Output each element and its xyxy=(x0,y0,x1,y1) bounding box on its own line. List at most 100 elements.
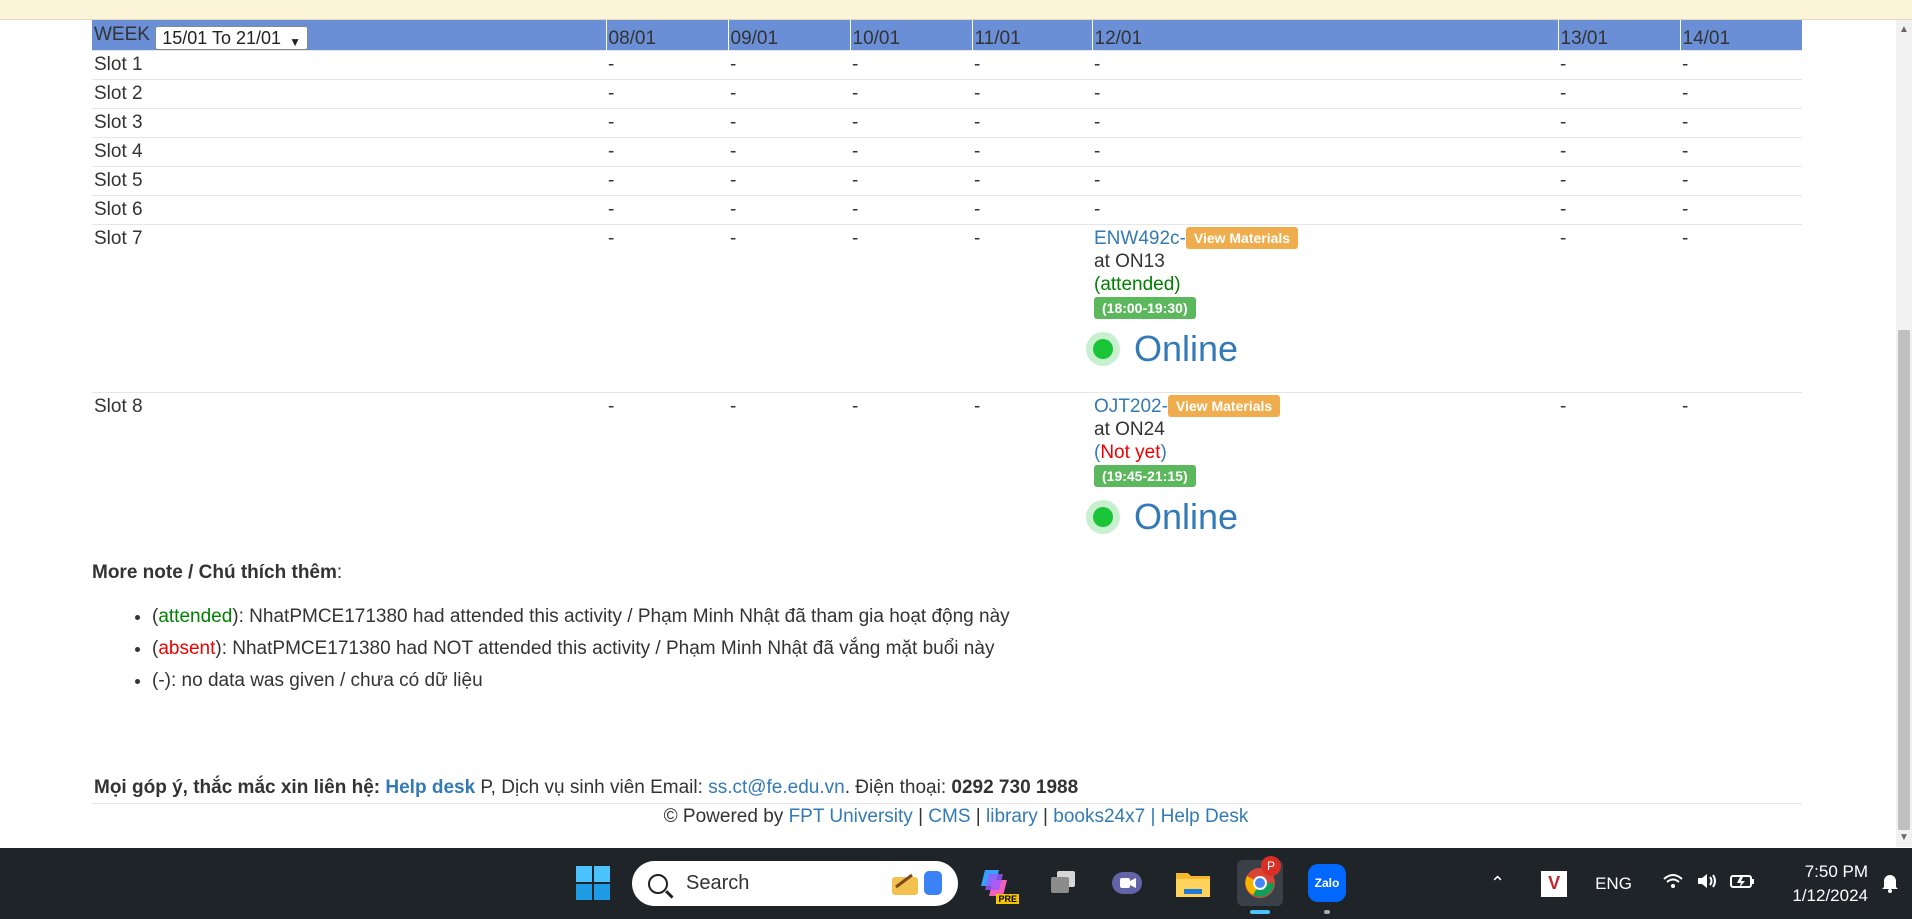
slot-cell: - xyxy=(1680,223,1802,392)
online-meeting-link[interactable]: Online xyxy=(1086,496,1556,537)
notes-title: More note / Chú thích thêm: xyxy=(92,562,1792,584)
view-materials-button[interactable]: View Materials xyxy=(1185,227,1299,250)
scroll-down-icon[interactable]: ▼ xyxy=(1899,832,1909,843)
taskbar-search-box[interactable]: Search xyxy=(632,861,958,906)
task-view-icon[interactable] xyxy=(1040,860,1086,906)
slot-cell: - xyxy=(1680,194,1802,224)
slot-cell: - xyxy=(850,391,972,560)
slot-cell: - xyxy=(606,107,728,137)
copilot-icon[interactable]: PRE xyxy=(973,860,1019,906)
notes-title-colon: : xyxy=(336,562,343,583)
footer-divider xyxy=(92,803,1802,804)
contact-prefix: Mọi góp ý, thắc mắc xin liên hệ: xyxy=(94,777,386,798)
activity-room: at ON13 xyxy=(1094,250,1165,272)
chrome-profile-badge: P xyxy=(1261,856,1281,876)
note-key: attended xyxy=(158,606,233,627)
slot-cell: - xyxy=(728,107,850,137)
slot-cell: - xyxy=(1558,78,1680,108)
language-indicator[interactable]: ENG xyxy=(1595,874,1632,894)
teams-meet-icon[interactable] xyxy=(1104,860,1150,906)
slot-cell: - xyxy=(1558,136,1680,166)
table-row: Slot 8 - - - - OJT202- View Materials at … xyxy=(92,391,1802,560)
browser-info-bar xyxy=(0,0,1912,20)
note-text: : NhatPMCE171380 had attended this activ… xyxy=(238,606,1010,627)
course-link[interactable]: ENW492c- xyxy=(1094,228,1186,249)
slot-cell: - xyxy=(1680,107,1802,137)
taskbar-clock[interactable]: 7:50 PM 1/12/2024 xyxy=(1792,860,1868,908)
slot-cell: - xyxy=(1092,107,1558,137)
table-row: Slot 2 - - - - - - - xyxy=(92,78,1802,108)
slot-cell: - xyxy=(850,49,972,79)
search-icon xyxy=(648,873,668,894)
footer-help-desk-link[interactable]: Help Desk xyxy=(1161,806,1249,827)
slot-cell: - xyxy=(1680,165,1802,195)
table-row: Slot 7 - - - - ENW492c- View Materials at… xyxy=(92,223,1802,392)
day-header: 14/01 xyxy=(1680,20,1802,50)
zalo-label: Zalo xyxy=(1308,864,1346,902)
slot-cell: - xyxy=(728,223,850,392)
table-row: Slot 6 - - - - - - - xyxy=(92,194,1802,224)
slot-cell: - xyxy=(728,391,850,560)
powered-by-text: © Powered by xyxy=(663,806,789,827)
slot-cell: - xyxy=(606,49,728,79)
slot-cell: - xyxy=(606,223,728,392)
note-text: : NhatPMCE171380 had NOT attended this a… xyxy=(221,638,995,659)
notification-icon[interactable] xyxy=(1880,872,1900,900)
day-header: 12/01 xyxy=(1092,20,1559,50)
fpt-link[interactable]: FPT University xyxy=(789,806,913,827)
scroll-up-icon[interactable]: ▲ xyxy=(1899,24,1909,35)
slot-cell: - xyxy=(1680,49,1802,79)
week-label: WEEK xyxy=(94,23,150,45)
slot-cell: - xyxy=(1092,136,1558,166)
file-explorer-icon[interactable] xyxy=(1170,860,1216,906)
vietkey-icon[interactable]: V xyxy=(1541,870,1568,897)
slot-cell: - xyxy=(728,78,850,108)
books24x7-link[interactable]: books24x7 xyxy=(1053,806,1145,827)
library-link[interactable]: library xyxy=(986,806,1038,827)
wifi-icon[interactable] xyxy=(1662,872,1684,895)
phone-label: . Điện thoại: xyxy=(844,777,952,798)
course-link[interactable]: OJT202- xyxy=(1094,396,1168,417)
slot-cell: - xyxy=(972,391,1092,560)
attendance-status-link[interactable]: attended xyxy=(1100,274,1174,295)
system-tray: ⌃ V ENG xyxy=(1490,848,1756,919)
list-item: (-): no data was given / chưa có dữ liệu xyxy=(152,670,1792,692)
online-meeting-link[interactable]: Online xyxy=(1086,327,1556,369)
vertical-scrollbar[interactable]: ▲ ▼ xyxy=(1896,20,1912,847)
slot-cell: - xyxy=(1558,107,1680,137)
notes-list: (attended): NhatPMCE171380 had attended … xyxy=(152,606,1792,692)
slot-cell: - xyxy=(606,78,728,108)
cms-link[interactable]: CMS xyxy=(928,806,970,827)
schedule-header-row: WEEK 15/01 To 21/01 ▼ 08/01 09/01 10/01 1… xyxy=(92,20,1802,50)
scrollbar-thumb[interactable] xyxy=(1898,330,1910,830)
time-badge: (19:45-21:15) xyxy=(1094,464,1196,487)
week-select[interactable]: 15/01 To 21/01 ▼ xyxy=(155,25,309,50)
day-header: 10/01 xyxy=(850,20,973,50)
slot-cell: - xyxy=(1558,165,1680,195)
slot-cell: - xyxy=(1092,165,1558,195)
slot-cell: - xyxy=(1092,194,1558,224)
active-app-indicator xyxy=(1250,910,1270,914)
slot-label: Slot 1 xyxy=(92,49,606,79)
battery-icon[interactable] xyxy=(1729,872,1756,895)
chrome-icon[interactable]: P xyxy=(1237,856,1283,914)
email-link[interactable]: ss.ct@fe.edu.vn xyxy=(708,777,845,798)
volume-icon[interactable] xyxy=(1696,872,1718,895)
slot-cell: - xyxy=(1680,391,1802,560)
slot-cell: - xyxy=(850,136,972,166)
slot-cell: - xyxy=(850,107,972,137)
chevron-up-icon[interactable]: ⌃ xyxy=(1490,873,1505,894)
slot-label: Slot 3 xyxy=(92,107,606,137)
slot-cell: - xyxy=(606,165,728,195)
zalo-icon[interactable]: Zalo xyxy=(1304,860,1350,914)
day-header: 11/01 xyxy=(972,20,1093,50)
online-label: Online xyxy=(1134,327,1239,369)
attendance-status-link[interactable]: Not yet xyxy=(1100,442,1160,463)
windows-start-icon[interactable] xyxy=(570,860,616,906)
running-app-indicator xyxy=(1324,910,1330,914)
slot-cell: - xyxy=(1092,49,1558,79)
view-materials-button[interactable]: View Materials xyxy=(1167,395,1281,418)
activity-room: at ON24 xyxy=(1094,418,1165,440)
help-desk-link[interactable]: Help desk xyxy=(385,777,475,798)
schedule-container: WEEK 15/01 To 21/01 ▼ 08/01 09/01 10/01 1… xyxy=(92,20,1802,560)
